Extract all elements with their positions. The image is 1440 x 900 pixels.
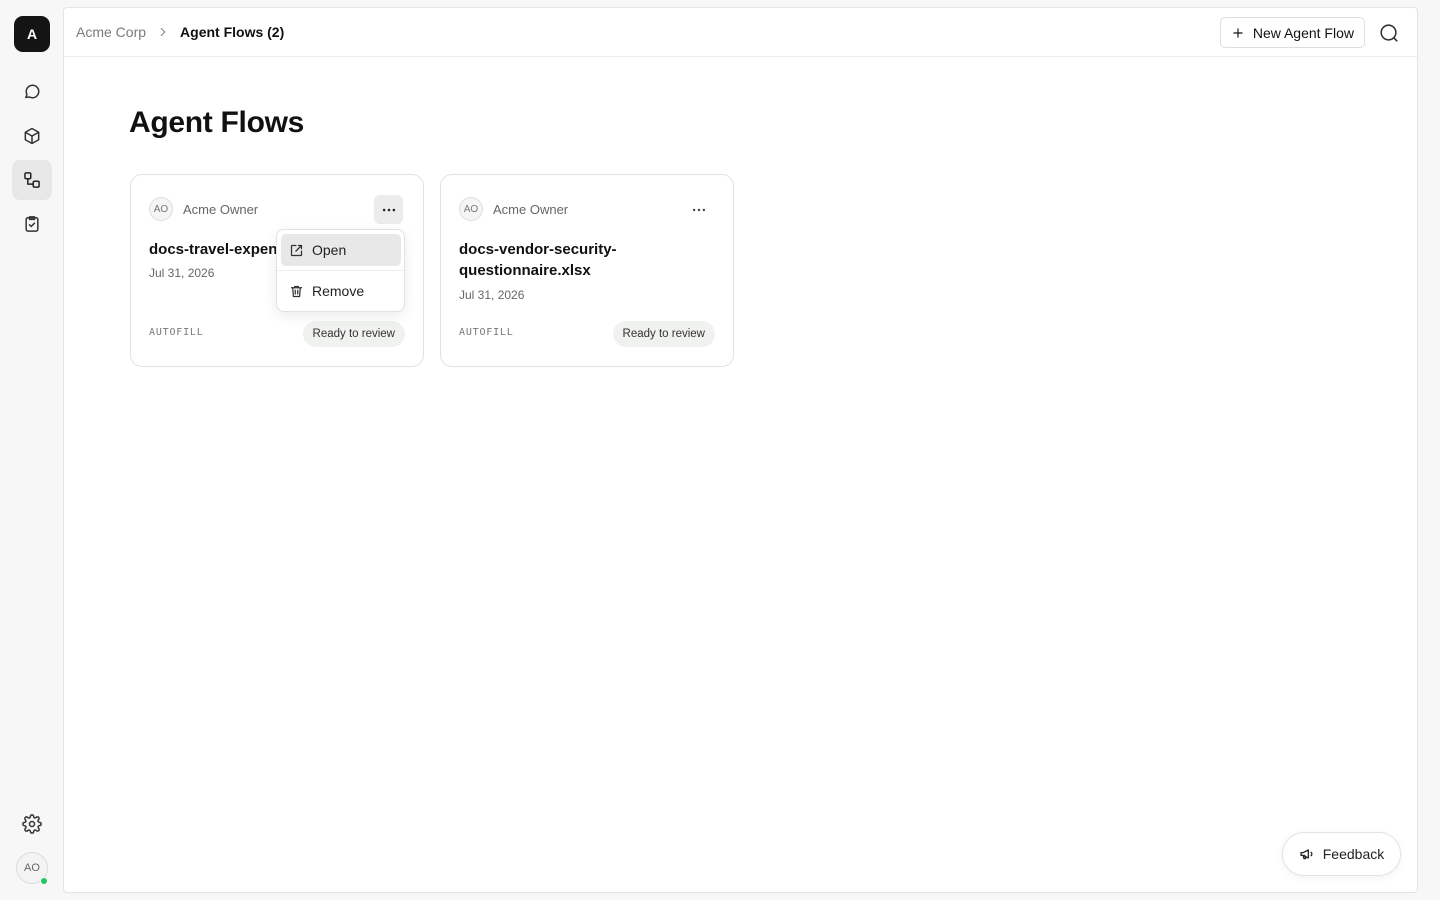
breadcrumb: Acme Corp Agent Flows (2) — [76, 24, 284, 40]
megaphone-icon — [1300, 849, 1313, 860]
owner-name: Acme Owner — [493, 201, 569, 217]
new-agent-flow-button[interactable]: New Agent Flow — [1219, 17, 1365, 48]
menu-item-remove-label: Remove — [312, 283, 365, 299]
workspace-logo[interactable]: A — [14, 16, 50, 52]
sidebar-item-agent-flows[interactable] — [12, 160, 52, 200]
flow-icon — [24, 172, 40, 188]
owner-name: Acme Owner — [183, 201, 259, 217]
search-icon — [1380, 24, 1398, 42]
cube-icon — [24, 127, 40, 145]
status-badge: Ready to review — [612, 321, 715, 347]
card-more-button[interactable] — [374, 195, 403, 224]
card-date: Jul 31, 2026 — [459, 288, 525, 302]
external-link-icon — [290, 244, 303, 256]
new-agent-flow-label: New Agent Flow — [1252, 24, 1354, 41]
plus-icon — [1233, 27, 1243, 38]
clipboard-check-icon — [25, 216, 39, 232]
chevron-right-icon — [160, 27, 166, 37]
trash-icon — [290, 285, 303, 297]
more-horizontal-icon — [382, 208, 395, 211]
card-type: AUTOFILL — [149, 327, 204, 338]
status-badge: Ready to review — [302, 321, 405, 347]
owner-avatar: AO — [459, 197, 483, 221]
card-file-name: docs-vendor-security-questionnaire.xlsx — [459, 241, 617, 279]
card-file-name: docs-travel-expen — [149, 241, 278, 258]
card-owner: AO Acme Owner — [459, 197, 568, 221]
online-status-dot — [40, 877, 48, 885]
card-more-button[interactable] — [684, 195, 713, 224]
feedback-label: Feedback — [1322, 846, 1385, 862]
sidebar-item-tasks[interactable] — [12, 204, 52, 244]
chat-bubble-icon — [25, 84, 40, 99]
gear-icon — [22, 814, 42, 834]
owner-avatar: AO — [149, 197, 173, 221]
breadcrumb-workspace[interactable]: Acme Corp — [76, 24, 146, 40]
card-actions-menu: Open Remove — [276, 229, 405, 312]
agent-flow-card[interactable]: AO Acme Owner docs-vendor-security-quest… — [440, 174, 734, 367]
sidebar-item-chat[interactable] — [12, 72, 52, 112]
sidebar-item-packages[interactable] — [12, 116, 52, 156]
card-owner: AO Acme Owner — [149, 197, 258, 221]
menu-item-open-label: Open — [312, 242, 347, 258]
sidebar-rail: A AO — [0, 0, 64, 900]
search-button[interactable] — [1377, 21, 1401, 45]
menu-item-remove[interactable]: Remove — [281, 275, 401, 307]
breadcrumb-current: Agent Flows (2) — [180, 24, 285, 40]
menu-item-open[interactable]: Open — [281, 234, 401, 266]
main-panel: Acme Corp Agent Flows (2) New Agent Flow… — [63, 7, 1418, 893]
settings-button[interactable] — [12, 804, 52, 844]
feedback-button[interactable]: Feedback — [1282, 832, 1401, 876]
page-title: Agent Flows — [129, 106, 305, 139]
card-type: AUTOFILL — [459, 327, 514, 338]
more-horizontal-icon — [692, 208, 705, 211]
card-date: Jul 31, 2026 — [149, 266, 215, 280]
menu-divider — [277, 270, 404, 271]
top-bar: Acme Corp Agent Flows (2) New Agent Flow — [64, 8, 1417, 57]
